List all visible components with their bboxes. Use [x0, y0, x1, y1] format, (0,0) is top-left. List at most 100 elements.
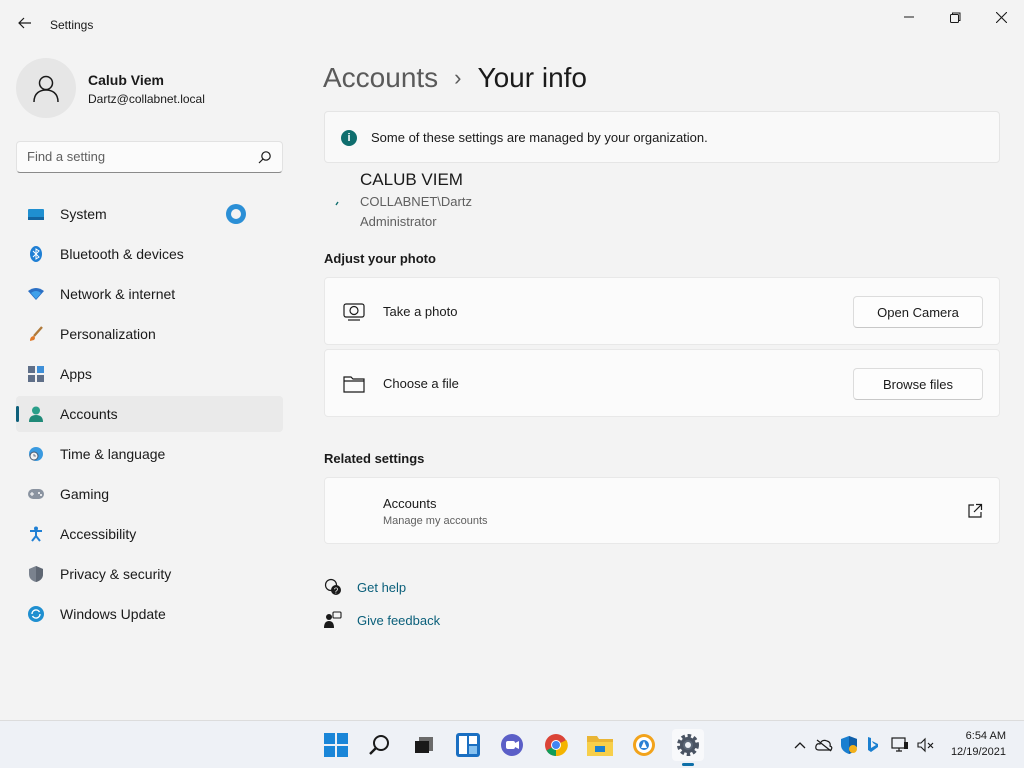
sidebar-item-gaming[interactable]: Gaming — [16, 476, 283, 512]
accessibility-icon — [28, 526, 44, 542]
sidebar-item-label: Accounts — [60, 406, 118, 422]
widgets-button[interactable] — [452, 729, 484, 761]
restore-button[interactable] — [932, 6, 978, 28]
sidebar-item-time-language[interactable]: Time & language — [16, 436, 283, 472]
clock-time[interactable]: 6:54 AM — [958, 730, 1006, 742]
choose-file-card: Choose a file Browse files — [324, 349, 1000, 417]
folder-icon — [587, 736, 613, 756]
info-icon: i — [341, 130, 357, 146]
take-photo-label: Take a photo — [383, 304, 458, 319]
bluetooth-icon — [28, 246, 44, 262]
account-domain-user: COLLABNET\Dartz — [360, 194, 472, 209]
breadcrumb-separator: › — [454, 65, 462, 90]
get-help-link[interactable]: ? Get help — [324, 577, 406, 597]
restore-icon — [949, 12, 960, 23]
adjust-photo-heading: Adjust your photo — [324, 251, 436, 266]
user-profile: Calub Viem Dartz@collabnet.local — [16, 58, 286, 118]
chevron-up-icon — [794, 742, 806, 749]
sidebar-item-accounts[interactable]: Accounts — [16, 396, 283, 432]
give-feedback-link[interactable]: Give feedback — [324, 610, 440, 630]
account-role: Administrator — [360, 214, 437, 229]
chrome-icon — [545, 734, 568, 757]
sidebar-item-windows-update[interactable]: Windows Update — [16, 596, 283, 632]
search-input[interactable] — [27, 149, 247, 164]
open-camera-button[interactable]: Open Camera — [853, 296, 983, 328]
taskbar: 6:54 AM 12/19/2021 — [0, 720, 1024, 768]
clock-date[interactable]: 12/19/2021 — [944, 746, 1006, 758]
defender-shield-icon — [841, 736, 857, 754]
taskbar-search-button[interactable] — [364, 729, 396, 761]
chat-icon — [501, 734, 523, 756]
file-explorer-button[interactable] — [584, 729, 616, 761]
sidebar-item-label: Windows Update — [60, 606, 166, 622]
sidebar-item-network[interactable]: Network & internet — [16, 276, 283, 312]
minimize-button[interactable] — [886, 6, 932, 28]
volume-tray-button[interactable] — [917, 736, 935, 754]
user-name: Calub Viem — [88, 72, 164, 88]
checkmark-icon — [335, 201, 339, 206]
chrome-button[interactable] — [540, 729, 572, 761]
close-button[interactable] — [978, 6, 1024, 28]
breadcrumb-parent-link[interactable]: Accounts — [323, 62, 438, 94]
user-avatar-icon — [33, 75, 59, 103]
svg-text:?: ? — [334, 587, 339, 596]
search-box[interactable] — [16, 141, 283, 173]
title-bar: Settings — [0, 0, 1024, 48]
sidebar-item-accessibility[interactable]: Accessibility — [16, 516, 283, 552]
brush-icon — [28, 326, 44, 342]
choose-file-label: Choose a file — [383, 376, 459, 391]
feedback-icon — [324, 611, 342, 629]
browser-icon — [633, 734, 655, 756]
page-title: Your info — [477, 62, 588, 93]
sidebar-item-privacy[interactable]: Privacy & security — [16, 556, 283, 592]
bing-icon — [868, 737, 878, 752]
back-button[interactable] — [14, 12, 36, 34]
settings-taskbar-button[interactable] — [672, 729, 704, 761]
security-tray-button[interactable] — [840, 736, 858, 754]
active-indicator — [16, 406, 19, 422]
widgets-icon — [456, 733, 480, 757]
sidebar-item-apps[interactable]: Apps — [16, 356, 283, 392]
camera-icon — [343, 302, 365, 322]
start-button[interactable] — [320, 729, 352, 761]
external-link-icon — [968, 503, 983, 518]
gear-icon — [677, 734, 699, 756]
onedrive-tray-button[interactable] — [815, 736, 833, 754]
network-tray-button[interactable] — [891, 736, 909, 754]
related-settings-heading: Related settings — [324, 451, 425, 466]
user-email: Dartz@collabnet.local — [88, 92, 205, 106]
related-accounts-link[interactable]: Accounts Manage my accounts — [324, 477, 1000, 544]
windows-logo-icon — [324, 733, 348, 757]
avatar — [16, 58, 76, 118]
sidebar-item-label: Network & internet — [60, 286, 176, 302]
related-accounts-title: Accounts — [383, 496, 437, 511]
sidebar-item-bluetooth[interactable]: Bluetooth & devices — [16, 236, 283, 272]
show-hidden-icons-button[interactable] — [791, 736, 809, 754]
network-monitor-icon — [891, 737, 908, 752]
wifi-icon — [28, 286, 44, 302]
related-accounts-subtitle: Manage my accounts — [383, 515, 488, 527]
breadcrumb: Accounts › Your info — [323, 58, 587, 98]
sidebar-item-personalization[interactable]: Personalization — [16, 316, 283, 352]
volume-muted-icon — [917, 737, 934, 753]
browse-files-button[interactable]: Browse files — [853, 368, 983, 400]
shield-icon — [28, 566, 44, 582]
folder-icon — [343, 374, 365, 394]
get-help-label: Get help — [357, 579, 407, 595]
loading-spinner-icon — [226, 204, 246, 224]
app-title: Settings — [50, 18, 94, 32]
bing-tray-button[interactable] — [864, 736, 882, 754]
sidebar-item-label: System — [60, 206, 107, 222]
chat-button[interactable] — [496, 729, 528, 761]
sidebar-item-label: Gaming — [60, 486, 110, 502]
task-view-icon — [415, 737, 433, 753]
gamepad-icon — [28, 486, 44, 502]
task-view-button[interactable] — [408, 729, 440, 761]
sidebar-item-label: Bluetooth & devices — [60, 246, 184, 262]
sidebar-item-system[interactable]: System — [16, 196, 283, 232]
search-icon[interactable] — [258, 150, 272, 164]
back-arrow-icon — [18, 17, 31, 29]
browser-button[interactable] — [628, 729, 660, 761]
sidebar-item-label: Apps — [60, 366, 92, 382]
update-icon — [28, 606, 44, 622]
